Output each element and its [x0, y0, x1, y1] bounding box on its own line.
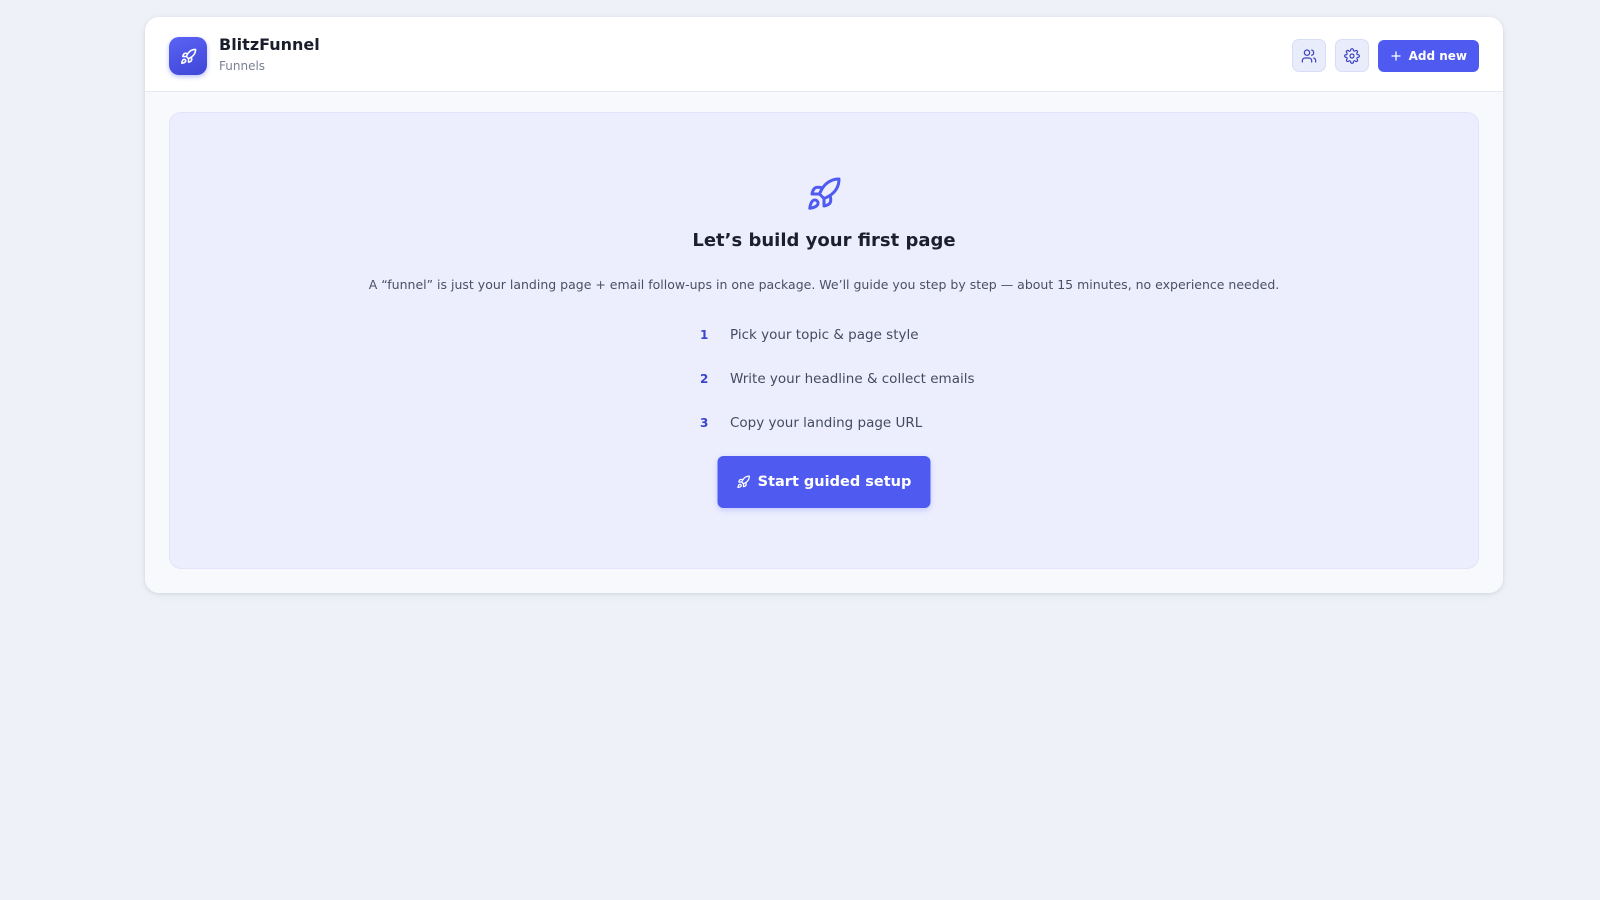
step-number: 1 — [700, 328, 709, 342]
rocket-icon — [737, 475, 751, 489]
step-number: 2 — [700, 372, 709, 386]
steps-list: 1 Pick your topic & page style 2 Write y… — [700, 313, 975, 445]
onboarding-panel: Let’s build your first page A “funnel” i… — [169, 112, 1479, 569]
header-actions: Add new — [1291, 39, 1479, 72]
step-item: 2 Write your headline & collect emails — [700, 357, 975, 401]
brand-name: BlitzFunnel — [219, 35, 320, 54]
app-header: BlitzFunnel Funnels Add new — [145, 17, 1503, 92]
team-button[interactable] — [1291, 39, 1326, 72]
page-title: Let’s build your first page — [692, 230, 956, 251]
hero-description: A “funnel” is just your landing page + e… — [368, 277, 1280, 292]
step-text: Copy your landing page URL — [730, 415, 923, 431]
users-icon — [1301, 48, 1316, 63]
start-guided-setup-label: Start guided setup — [757, 474, 912, 490]
brand-logo[interactable] — [169, 37, 207, 75]
step-item: 1 Pick your topic & page style — [700, 313, 975, 357]
step-text: Write your headline & collect emails — [730, 371, 975, 387]
content-area: Let’s build your first page A “funnel” i… — [145, 92, 1503, 593]
add-new-button[interactable]: Add new — [1377, 39, 1479, 72]
step-text: Pick your topic & page style — [730, 327, 919, 343]
step-number: 3 — [700, 416, 709, 430]
rocket-icon — [180, 48, 196, 64]
brand-subtitle: Funnels — [219, 59, 266, 73]
step-item: 3 Copy your landing page URL — [700, 401, 975, 445]
brand: BlitzFunnel Funnels — [219, 35, 320, 73]
main-card: BlitzFunnel Funnels Add new Let’s build … — [145, 17, 1503, 593]
settings-button[interactable] — [1334, 39, 1369, 72]
rocket-icon — [808, 177, 841, 210]
plus-icon — [1390, 50, 1401, 61]
gear-icon — [1343, 47, 1360, 64]
add-new-label: Add new — [1408, 48, 1467, 63]
start-guided-setup-button[interactable]: Start guided setup — [717, 456, 931, 508]
